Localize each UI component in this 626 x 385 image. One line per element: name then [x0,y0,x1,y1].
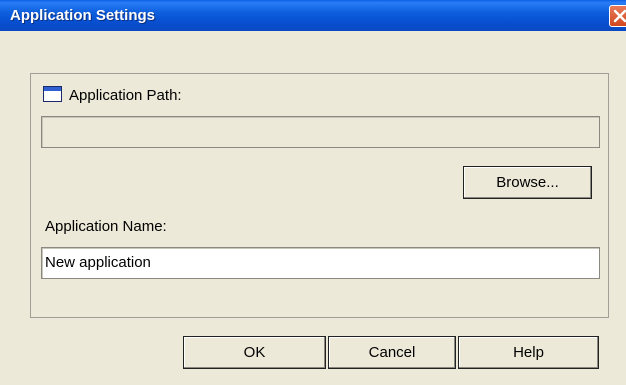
dialog-title: Application Settings [10,7,156,24]
window-icon [43,86,62,102]
application-settings-dialog: Application Settings Application Path: B… [0,0,626,385]
help-button[interactable]: Help [458,336,599,369]
application-name-label: Application Name: [45,218,167,235]
application-path-label: Application Path: [69,87,182,104]
cancel-button[interactable]: Cancel [328,336,456,369]
ok-button[interactable]: OK [183,336,326,369]
application-name-field[interactable]: New application [41,247,600,279]
title-bar[interactable]: Application Settings [0,0,626,31]
browse-button[interactable]: Browse... [463,166,592,199]
close-icon [613,9,626,23]
close-button[interactable] [609,5,626,27]
application-path-field[interactable] [41,116,600,148]
